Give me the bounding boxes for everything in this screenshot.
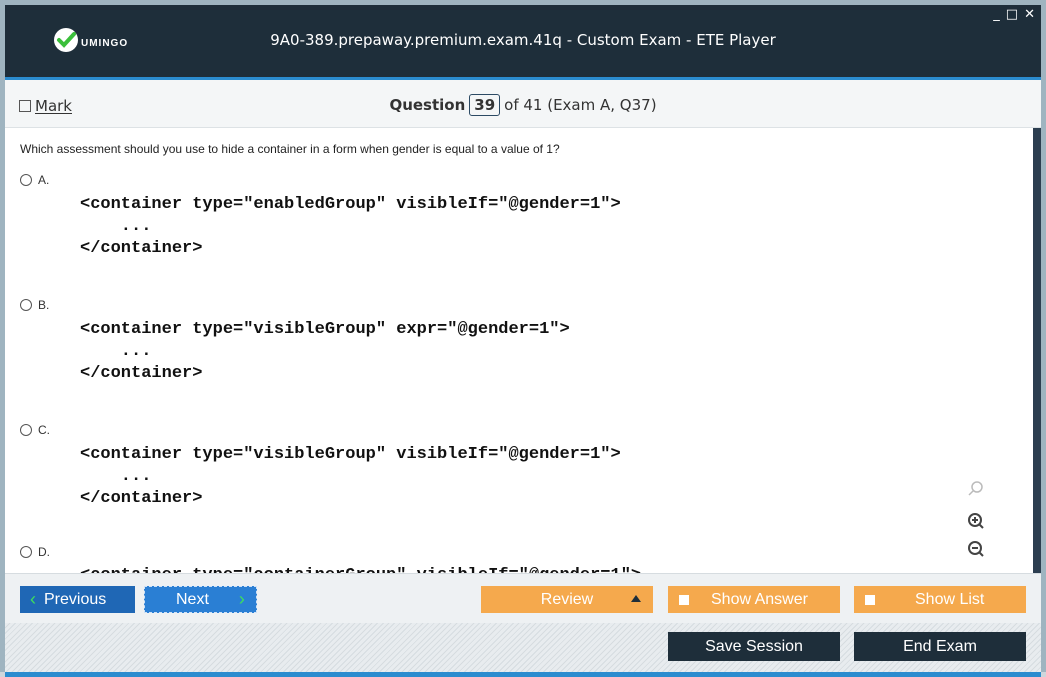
- review-button[interactable]: Review: [481, 586, 653, 613]
- question-number[interactable]: 39: [469, 94, 501, 116]
- radio-icon: [20, 174, 32, 186]
- close-button[interactable]: ✕: [1024, 7, 1035, 22]
- radio-icon: [20, 299, 32, 311]
- zoom-out-icon[interactable]: [965, 538, 987, 560]
- show-answer-toggle[interactable]: Show Answer: [668, 586, 840, 613]
- footer-bar: Save Session End Exam: [5, 623, 1041, 672]
- question-text: Which assessment should you use to hide …: [20, 142, 560, 156]
- option-c-code: <container type="visibleGroup" visibleIf…: [80, 445, 621, 508]
- save-session-button[interactable]: Save Session: [668, 632, 840, 661]
- question-prefix: Question: [389, 96, 466, 114]
- next-button[interactable]: Next ›: [144, 586, 257, 613]
- show-answer-label: Show Answer: [711, 590, 808, 608]
- question-counter: Question 39 of 41 (Exam A, Q37): [5, 94, 1041, 116]
- option-d-code: <container type="containerGroup" visible…: [80, 565, 641, 573]
- option-a-code: <container type="enabledGroup" visibleIf…: [80, 195, 621, 258]
- radio-icon: [20, 424, 32, 436]
- question-suffix: of 41 (Exam A, Q37): [504, 96, 657, 114]
- option-d[interactable]: D.: [20, 545, 50, 559]
- window-title: 9A0-389.prepaway.premium.exam.41q - Cust…: [270, 31, 776, 49]
- content-scrollbar[interactable]: [1033, 128, 1041, 573]
- search-icon[interactable]: [965, 478, 987, 500]
- option-c[interactable]: C.: [20, 423, 50, 437]
- review-label: Review: [540, 590, 594, 608]
- next-label: Next: [176, 590, 209, 608]
- question-header: Mark Question 39 of 41 (Exam A, Q37): [5, 80, 1041, 128]
- title-bar: UMINGO 9A0-389.prepaway.premium.exam.41q…: [5, 5, 1041, 77]
- checkbox-icon: [865, 594, 875, 605]
- option-b-code: <container type="visibleGroup" expr="@ge…: [80, 320, 570, 383]
- option-a[interactable]: A.: [20, 173, 49, 187]
- previous-button[interactable]: ‹ Previous: [20, 586, 135, 613]
- caret-up-icon: [631, 595, 641, 602]
- option-b[interactable]: B.: [20, 298, 49, 312]
- bottom-accent-line: [5, 672, 1041, 677]
- navigation-bar: ‹ Previous Next › Review Show Answer Sho…: [5, 573, 1041, 624]
- previous-label: Previous: [44, 590, 107, 608]
- end-exam-button[interactable]: End Exam: [854, 632, 1026, 661]
- window-controls: _ □ ✕: [993, 7, 1035, 22]
- checkbox-icon: [679, 594, 689, 605]
- option-label: A.: [38, 173, 50, 187]
- option-label: D.: [38, 545, 50, 559]
- show-list-toggle[interactable]: Show List: [854, 586, 1026, 613]
- option-label: C.: [38, 423, 50, 437]
- app-window: UMINGO 9A0-389.prepaway.premium.exam.41q…: [0, 0, 1046, 677]
- question-content: Which assessment should you use to hide …: [5, 128, 1031, 573]
- show-list-label: Show List: [915, 590, 985, 608]
- option-label: B.: [38, 298, 50, 312]
- zoom-in-icon[interactable]: [965, 510, 987, 532]
- minimize-button[interactable]: _: [993, 7, 1000, 22]
- maximize-button[interactable]: □: [1006, 7, 1018, 22]
- chevron-left-icon: ‹: [30, 589, 36, 609]
- radio-icon: [20, 546, 32, 558]
- chevron-right-icon: ›: [238, 589, 245, 609]
